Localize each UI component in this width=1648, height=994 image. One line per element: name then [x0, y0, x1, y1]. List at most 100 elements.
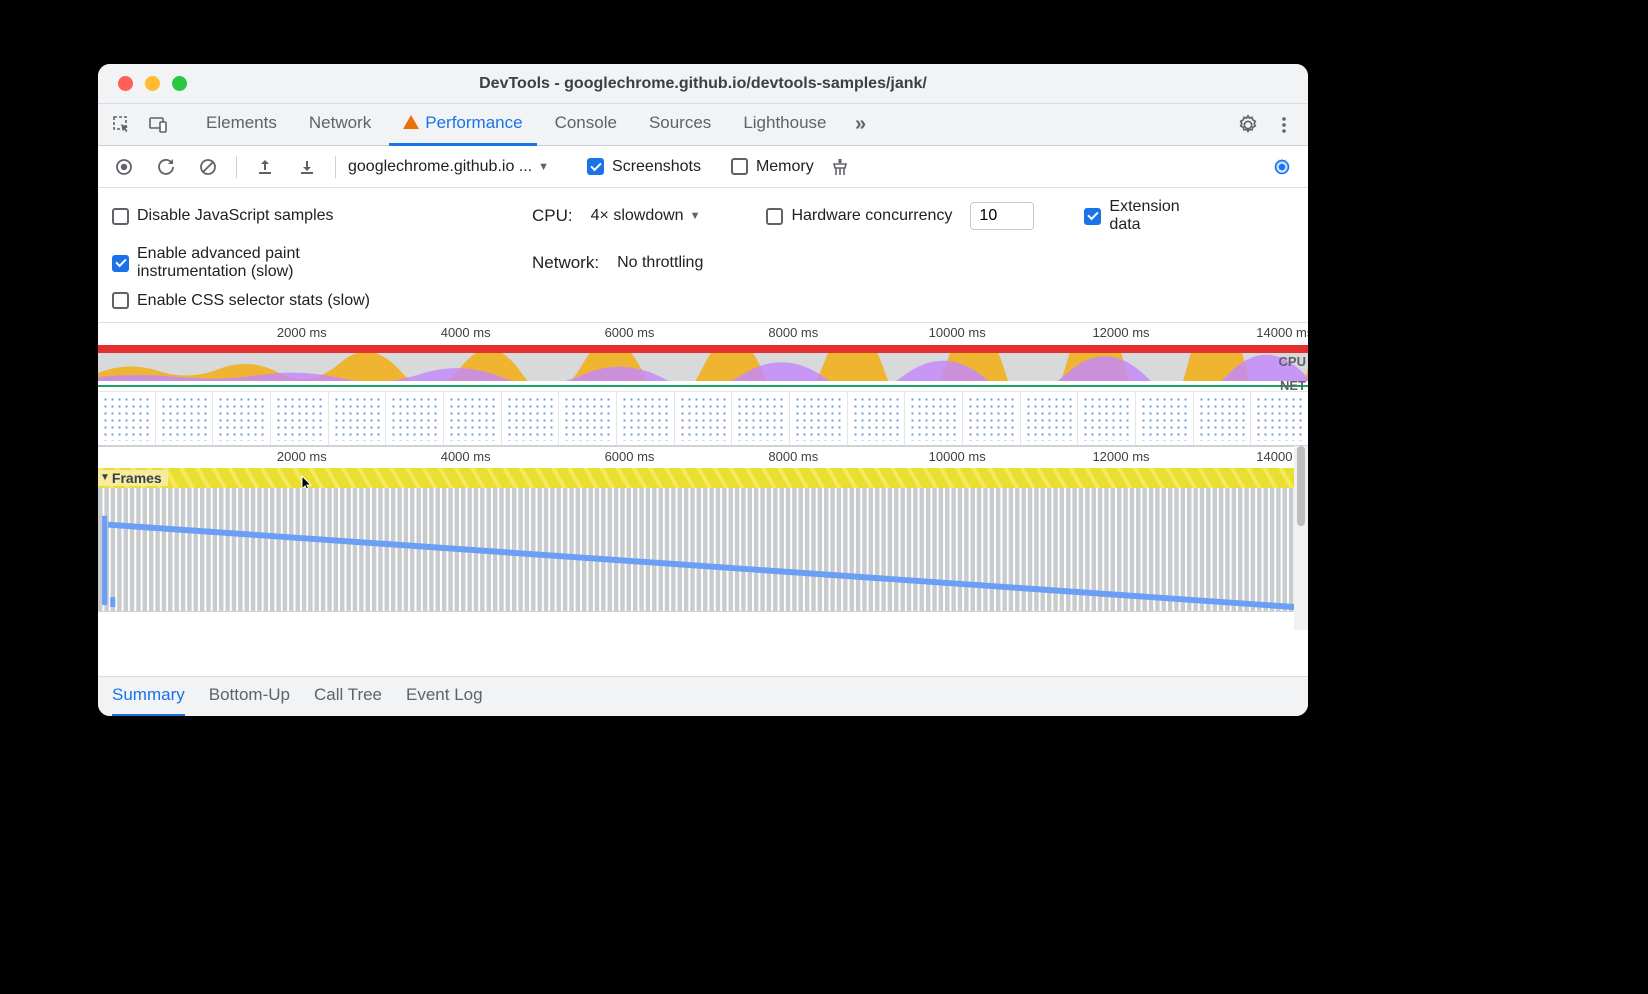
- dtab-event-log[interactable]: Event Log: [406, 677, 483, 717]
- frames-label: Frames: [112, 470, 162, 486]
- dtab-call-tree[interactable]: Call Tree: [314, 677, 382, 717]
- kebab-menu-icon[interactable]: [1268, 109, 1300, 141]
- filmstrip-thumb[interactable]: [732, 392, 790, 445]
- dtab-summary[interactable]: Summary: [112, 677, 185, 717]
- filmstrip-thumb[interactable]: [905, 392, 963, 445]
- screenshot-filmstrip[interactable]: [98, 391, 1308, 445]
- filmstrip-thumb[interactable]: [617, 392, 675, 445]
- cpu-overview: CPU: [98, 353, 1308, 381]
- capture-settings-pane: Disable JavaScript samples CPU: 4× slowd…: [98, 188, 1308, 323]
- warning-icon: [403, 115, 419, 129]
- collect-garbage-icon[interactable]: [824, 151, 856, 183]
- filmstrip-thumb[interactable]: [213, 392, 271, 445]
- ruler-tick: 12000 ms: [1092, 449, 1149, 464]
- clear-button[interactable]: [192, 151, 224, 183]
- zoom-window-button[interactable]: [172, 76, 187, 91]
- flame-ruler[interactable]: 2000 ms4000 ms6000 ms8000 ms10000 ms1200…: [98, 446, 1308, 468]
- capture-settings-icon[interactable]: [1266, 151, 1298, 183]
- device-toolbar-icon[interactable]: [142, 109, 174, 141]
- filmstrip-thumb[interactable]: [790, 392, 848, 445]
- caret-down-icon: ▼: [690, 210, 701, 222]
- close-window-button[interactable]: [118, 76, 133, 91]
- net-overview-label: NET: [1280, 378, 1306, 393]
- divider: [236, 156, 237, 178]
- ruler-tick: 2000 ms: [277, 325, 327, 340]
- settings-icon[interactable]: [1232, 109, 1264, 141]
- download-profile-button[interactable]: [291, 151, 323, 183]
- record-button[interactable]: [108, 151, 140, 183]
- tab-sources[interactable]: Sources: [635, 104, 725, 146]
- ruler-tick: 10000 ms: [929, 449, 986, 464]
- filmstrip-thumb[interactable]: [963, 392, 1021, 445]
- ruler-tick: 4000 ms: [441, 449, 491, 464]
- filmstrip-thumb[interactable]: [559, 392, 617, 445]
- devtools-window: DevTools - googlechrome.github.io/devtoo…: [98, 64, 1308, 716]
- inspect-element-icon[interactable]: [106, 109, 138, 141]
- tab-lighthouse[interactable]: Lighthouse: [729, 104, 840, 146]
- flamechart-pane[interactable]: 2000 ms4000 ms6000 ms8000 ms10000 ms1200…: [98, 446, 1308, 612]
- filmstrip-thumb[interactable]: [98, 392, 156, 445]
- filmstrip-thumb[interactable]: [1251, 392, 1308, 445]
- overview-ruler[interactable]: 2000 ms 4000 ms 6000 ms 8000 ms 10000 ms 1200…: [98, 323, 1308, 345]
- filmstrip-thumb[interactable]: [848, 392, 906, 445]
- ruler-tick: 6000 ms: [605, 449, 655, 464]
- scrollbar-thumb[interactable]: [1297, 446, 1305, 526]
- filmstrip-thumb[interactable]: [271, 392, 329, 445]
- extension-data-checkbox[interactable]: Extensiondata: [1084, 198, 1179, 235]
- filmstrip-thumb[interactable]: [386, 392, 444, 445]
- frames-track-header[interactable]: ▼ Frames 8.3 ms Frame: [98, 468, 1308, 488]
- disable-js-samples-checkbox[interactable]: Disable JavaScript samples: [112, 207, 334, 225]
- hardware-concurrency-input[interactable]: [970, 202, 1034, 230]
- cpu-throttle-select[interactable]: 4× slowdown ▼: [591, 207, 701, 225]
- filmstrip-thumb[interactable]: [502, 392, 560, 445]
- dtab-bottom-up[interactable]: Bottom-Up: [209, 677, 290, 717]
- panel-tabstrip: Elements Network Performance Console Sou…: [98, 104, 1308, 146]
- window-title: DevTools - googlechrome.github.io/devtoo…: [98, 75, 1308, 93]
- cpu-label: CPU:: [532, 206, 573, 226]
- reload-record-button[interactable]: [150, 151, 182, 183]
- filmstrip-thumb[interactable]: [329, 392, 387, 445]
- titlebar: DevTools - googlechrome.github.io/devtoo…: [98, 64, 1308, 104]
- filmstrip-thumb[interactable]: [1194, 392, 1252, 445]
- ruler-tick: 12000 ms: [1092, 325, 1149, 340]
- filmstrip-thumb[interactable]: [444, 392, 502, 445]
- divider: [335, 156, 336, 178]
- filmstrip-thumb[interactable]: [1021, 392, 1079, 445]
- advanced-paint-checkbox[interactable]: Enable advanced paintinstrumentation (sl…: [112, 245, 300, 282]
- css-selector-stats-checkbox[interactable]: Enable CSS selector stats (slow): [112, 292, 370, 310]
- memory-checkbox[interactable]: Memory: [731, 158, 814, 176]
- net-overview: NET: [98, 381, 1308, 391]
- tab-performance[interactable]: Performance: [389, 104, 536, 146]
- filmstrip-thumb[interactable]: [1078, 392, 1136, 445]
- flame-scrollbar[interactable]: [1294, 446, 1308, 630]
- cpu-overview-label: CPU: [1279, 354, 1306, 369]
- ruler-tick: 6000 ms: [605, 325, 655, 340]
- checkbox-icon: [766, 208, 783, 225]
- hardware-concurrency-checkbox[interactable]: Hardware concurrency: [766, 207, 952, 225]
- more-tabs-button[interactable]: »: [845, 109, 877, 141]
- performance-toolbar: googlechrome.github.io ... ▼ Screenshots…: [98, 146, 1308, 188]
- timeline-overview[interactable]: 2000 ms 4000 ms 6000 ms 8000 ms 10000 ms 1200…: [98, 323, 1308, 446]
- ruler-tick: 2000 ms: [277, 449, 327, 464]
- minimize-window-button[interactable]: [145, 76, 160, 91]
- window-controls: [98, 76, 187, 91]
- ruler-tick: 8000 ms: [768, 325, 818, 340]
- filmstrip-thumb[interactable]: [675, 392, 733, 445]
- recording-select[interactable]: googlechrome.github.io ... ▼: [348, 158, 549, 176]
- checkbox-icon: [731, 158, 748, 175]
- tab-console[interactable]: Console: [541, 104, 631, 146]
- tab-elements[interactable]: Elements: [192, 104, 291, 146]
- frames-bars[interactable]: [98, 488, 1308, 612]
- network-label: Network:: [532, 253, 599, 273]
- disclosure-triangle-icon[interactable]: ▼: [100, 472, 110, 483]
- long-task-bar: [98, 345, 1308, 353]
- ruler-tick: 10000 ms: [929, 325, 986, 340]
- filmstrip-thumb[interactable]: [156, 392, 214, 445]
- screenshots-checkbox[interactable]: Screenshots: [587, 158, 701, 176]
- network-throttle-select[interactable]: No throttling: [617, 254, 703, 272]
- filmstrip-thumb[interactable]: [1136, 392, 1194, 445]
- upload-profile-button[interactable]: [249, 151, 281, 183]
- tab-network[interactable]: Network: [295, 104, 385, 146]
- checkbox-icon: [587, 158, 604, 175]
- ruler-tick: 4000 ms: [441, 325, 491, 340]
